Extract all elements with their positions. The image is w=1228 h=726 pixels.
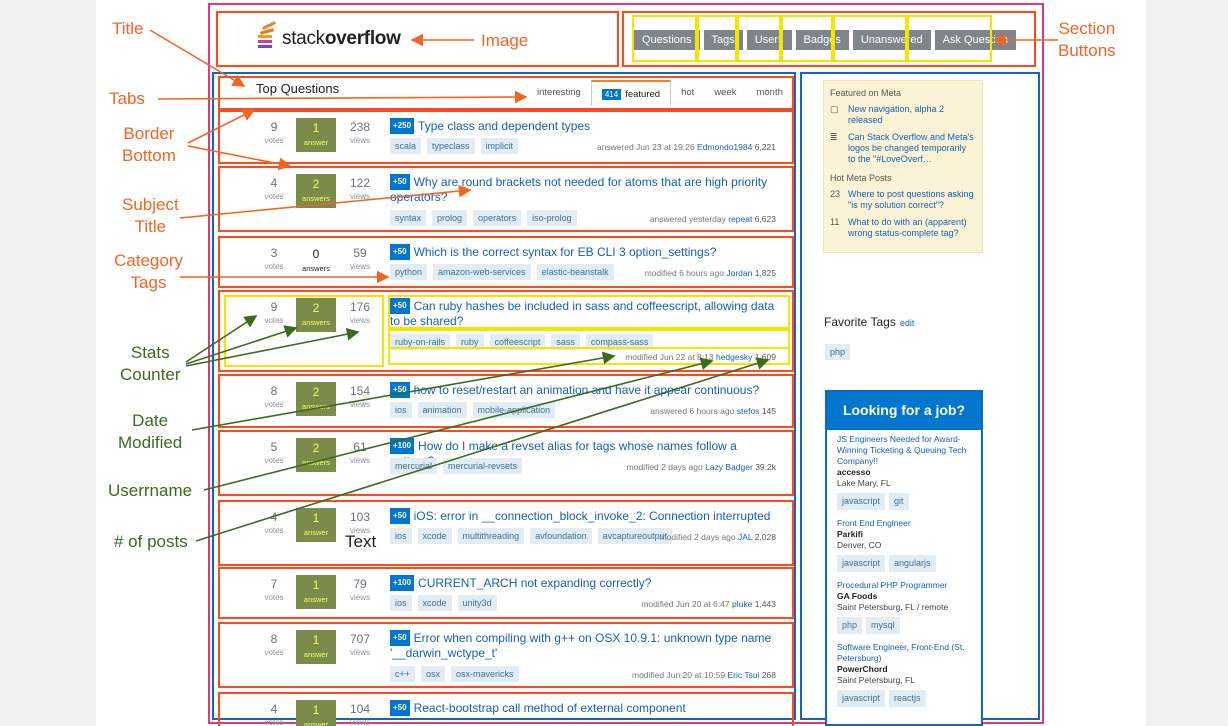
section-button-outline <box>907 15 992 62</box>
annotation-username: Userrname <box>108 481 193 500</box>
question-row-outline <box>218 567 794 619</box>
highlight-outline <box>388 347 790 365</box>
question-tabs: interesting 414 featured hot week month <box>527 80 793 106</box>
tag[interactable]: php <box>837 617 863 634</box>
meta-featured-link[interactable]: New navigation, alpha 2 released <box>848 104 976 126</box>
question-row-outline <box>218 110 794 164</box>
tag[interactable]: javascript <box>837 493 886 510</box>
highlight-outline <box>388 295 790 329</box>
tab-featured[interactable]: 414 featured <box>590 80 672 106</box>
job-company: Parkifi <box>837 529 863 539</box>
question-row-outline <box>218 236 794 288</box>
stackoverflow-logo[interactable]: stackoverflow <box>256 21 401 50</box>
job-location: Saint Petersburg, FL <box>837 675 915 685</box>
highlight-outline <box>224 295 384 367</box>
job-title[interactable]: Software Engineer, Front-End (St. Peters… <box>837 642 971 664</box>
annotation-text: Text <box>345 532 377 551</box>
favorite-tag[interactable]: php <box>825 344 851 360</box>
question-row-outline <box>218 430 794 496</box>
job-tags: javascript git <box>837 493 971 510</box>
tag[interactable]: mysql <box>866 617 900 634</box>
job-listing[interactable]: Procedural PHP Programmer GA Foods Saint P… <box>827 576 981 638</box>
job-location: Saint Petersburg, FL / remote <box>837 602 949 612</box>
job-title[interactable]: JS Engineers Needed for Award-Winning Ti… <box>837 434 971 467</box>
stack-icon: ≣ <box>830 132 838 142</box>
tab-interesting[interactable]: interesting <box>527 80 591 106</box>
section-button-outline <box>632 15 697 62</box>
annotation-date-modified: Date Modified <box>118 411 183 452</box>
question-row-outline <box>218 166 794 232</box>
favorite-tags: Favorite Tags edit <box>824 315 914 329</box>
hot-meta-item[interactable]: 11 What to do with an (apparent) wrong st… <box>830 217 976 239</box>
meta-featured-link[interactable]: Can Stack Overflow and Meta's logos be c… <box>848 132 976 165</box>
featured-on-meta-heading: Featured on Meta <box>830 88 902 98</box>
question-row-outline <box>218 622 794 688</box>
hot-meta-link[interactable]: What to do with an (apparent) wrong stat… <box>848 217 976 239</box>
tab-month[interactable]: month <box>746 80 792 106</box>
tag[interactable]: angularjs <box>889 555 936 572</box>
annotation-category-tags: Category Tags <box>114 251 183 292</box>
tab-week[interactable]: week <box>704 80 746 106</box>
annotation-image: Image <box>481 31 529 50</box>
page-title: Top Questions <box>256 81 340 96</box>
job-listing[interactable]: Software Engineer, Front-End (St. Peters… <box>827 638 981 711</box>
tab-featured-label: featured <box>625 89 661 100</box>
job-location: Lake Mary, FL <box>837 478 891 488</box>
favorite-tags-heading: Favorite Tags <box>824 315 896 329</box>
chat-bubble-icon: ▢ <box>830 104 839 114</box>
job-title[interactable]: Procedural PHP Programmer <box>837 580 971 591</box>
meta-featured-item[interactable]: ≣ Can Stack Overflow and Meta's logos be … <box>830 132 976 165</box>
tab-hot[interactable]: hot <box>671 80 704 106</box>
hot-post-count: 11 <box>830 217 840 227</box>
jobs-heading[interactable]: Looking for a job? <box>827 392 981 430</box>
job-company: accesso <box>837 467 871 477</box>
job-company: PowerChord <box>837 664 888 674</box>
hot-meta-posts-heading: Hot Meta Posts <box>830 173 892 183</box>
section-button-outline <box>781 15 833 62</box>
question-row-outline <box>218 374 794 428</box>
section-button-outline <box>737 15 781 62</box>
annotation-stats-counter: Stats Counter <box>120 343 181 384</box>
stack-icon <box>256 21 276 50</box>
meta-featured-item[interactable]: ▢ New navigation, alpha 2 released <box>830 104 976 126</box>
annotation-subject-title: Subject Title <box>122 195 179 236</box>
jobs-panel: Looking for a job? JS Engineers Needed f… <box>825 390 983 726</box>
tag[interactable]: javascript <box>837 690 886 707</box>
job-title[interactable]: Front End Engineer <box>837 518 971 529</box>
tag[interactable]: git <box>889 493 909 510</box>
highlight-outline <box>388 329 790 349</box>
annotation-section-buttons: Section Buttons <box>1058 19 1116 60</box>
annotation-tabs: Tabs <box>109 89 145 108</box>
job-listing[interactable]: JS Engineers Needed for Award-Winning Ti… <box>827 430 981 514</box>
annotation-title: Title <box>112 19 144 38</box>
job-tags: javascript reactjs <box>837 690 971 707</box>
hot-post-count: 23 <box>830 189 841 199</box>
section-button-outline <box>697 15 737 62</box>
tag[interactable]: reactjs <box>889 690 926 707</box>
job-list: JS Engineers Needed for Award-Winning Ti… <box>827 430 981 711</box>
question-row-outline <box>218 692 794 726</box>
hot-meta-item[interactable]: 23 Where to post questions asking "is my … <box>830 189 976 211</box>
logo-wordmark: stackoverflow <box>282 28 401 49</box>
job-listing[interactable]: Front End Engineer Parkifi Denver, CO javas… <box>827 514 981 576</box>
annotation-num-posts: # of posts <box>114 532 188 551</box>
featured-count-badge: 414 <box>601 89 622 100</box>
job-tags: javascript angularjs <box>837 555 971 572</box>
job-company: GA Foods <box>837 591 878 601</box>
hot-meta-link[interactable]: Where to post questions asking "is my so… <box>848 189 976 211</box>
question-row-outline <box>218 500 794 566</box>
tag[interactable]: javascript <box>837 555 886 572</box>
favorite-tags-edit-link[interactable]: edit <box>900 318 915 328</box>
meta-sidebar: Featured on Meta ▢ New navigation, alpha … <box>823 80 983 253</box>
job-location: Denver, CO <box>837 540 882 550</box>
annotation-border-bottom: Border Bottom <box>122 124 176 165</box>
job-tags: php mysql <box>837 617 971 634</box>
section-button-outline <box>833 15 907 62</box>
